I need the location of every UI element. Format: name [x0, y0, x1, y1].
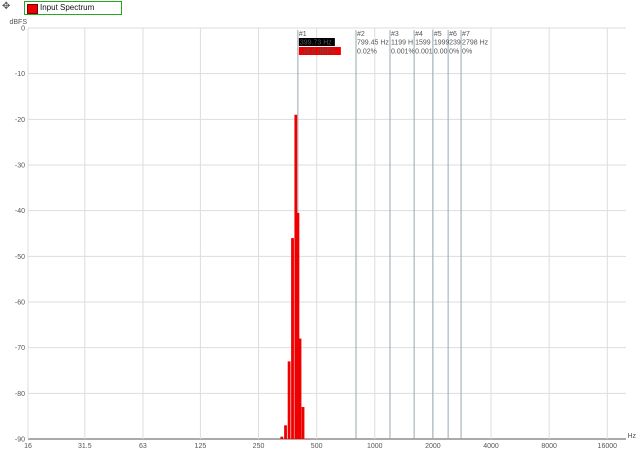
- y-tick-label: -30: [15, 163, 25, 170]
- x-tick-label: 250: [253, 443, 265, 450]
- x-tick-label: 500: [311, 443, 323, 450]
- marker-freq-label: 2798 Hz: [462, 40, 489, 47]
- spectrum-panel: ✥ Input Spectrum 0 -10 -20 -30 -40 -50 -60 -70-…: [0, 0, 639, 452]
- marker-id-label: #5: [434, 31, 442, 38]
- marker-level-label: 0.001%: [391, 49, 415, 56]
- spectrum-bar: [301, 407, 305, 439]
- x-tick-label: 4000: [483, 443, 499, 450]
- marker-freq-label: 239: [449, 40, 461, 47]
- x-tick-label: 31.5: [78, 443, 92, 450]
- x-tick-label: 1000: [367, 443, 383, 450]
- x-tick-label: 16: [24, 443, 32, 450]
- y-tick-label: -10: [15, 71, 25, 78]
- x-tick-label: 2000: [425, 443, 441, 450]
- marker-freq-label: 1599: [415, 40, 431, 47]
- x-tick-label: 16000: [598, 443, 618, 450]
- spectrum-bar: [284, 425, 287, 439]
- spectrum-bar: [280, 436, 284, 439]
- marker-level-label: 0.02%: [357, 49, 377, 56]
- marker-level-label: 0.00: [434, 49, 448, 56]
- y-tick-label: 0: [21, 26, 25, 33]
- y-axis-label: dBFS: [9, 19, 27, 26]
- marker-level-label: 0%: [462, 49, 472, 56]
- x-tick-label: 63: [139, 443, 147, 450]
- spectrum-bar: [304, 439, 308, 440]
- x-tick-label: 8000: [541, 443, 557, 450]
- marker-id-label: #7: [462, 31, 470, 38]
- spectrum-bar: [307, 439, 311, 440]
- marker-id-label: #2: [357, 31, 365, 38]
- y-tick-label: -80: [15, 391, 25, 398]
- marker-freq-label: 799.45 Hz: [357, 40, 389, 47]
- x-tick-label: 125: [195, 443, 207, 450]
- marker-freq-label: 1199 H: [391, 40, 413, 47]
- spectrum-bar: [287, 361, 291, 439]
- marker-level-label: 0.001: [415, 49, 433, 56]
- y-tick-label: -60: [15, 300, 25, 307]
- marker-freq-label: 1999: [434, 40, 450, 47]
- marker-level-label: 0%: [449, 49, 459, 56]
- spectrum-bar: [291, 238, 294, 439]
- x-axis-label: Hz: [627, 433, 636, 440]
- y-tick-label: -70: [15, 345, 25, 352]
- marker-freq-label: 399.73 Hz: [300, 40, 332, 47]
- marker-id-label: #3: [391, 31, 399, 38]
- marker-level-label: -18.8 dBFS: [300, 49, 336, 56]
- marker-id-label: #4: [415, 31, 423, 38]
- y-tick-label: -40: [15, 208, 25, 215]
- y-tick-label: -50: [15, 254, 25, 261]
- marker-id-label: #6: [449, 31, 457, 38]
- spectrum-chart[interactable]: 0-10-20-30-40-50-60-70-80-9016 31.5 63 125 2…: [0, 0, 639, 452]
- spectrum-bar: [298, 338, 302, 439]
- y-tick-label: -20: [15, 117, 25, 124]
- marker-id-label: #1: [299, 31, 307, 38]
